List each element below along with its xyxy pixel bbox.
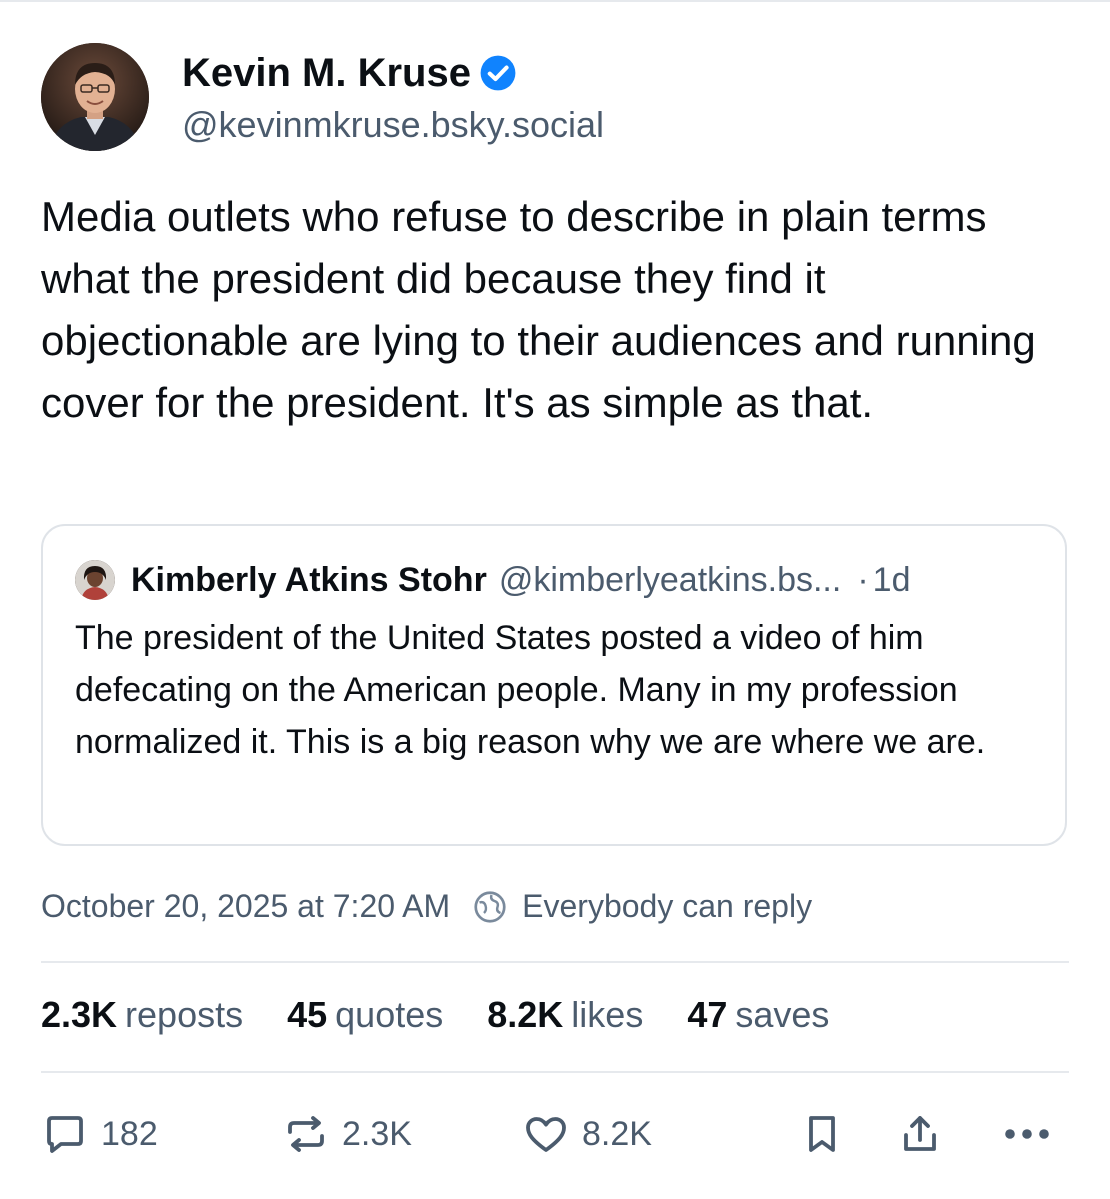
- author-display-name[interactable]: Kevin M. Kruse: [182, 51, 471, 96]
- saves-stat[interactable]: 47 saves: [687, 994, 829, 1036]
- top-divider: [0, 0, 1110, 2]
- quoted-author-avatar[interactable]: [75, 560, 115, 600]
- quoted-author-name[interactable]: Kimberly Atkins Stohr: [131, 561, 487, 600]
- stats-row: 2.3K reposts 45 quotes 8.2K likes 47 saves: [41, 994, 873, 1036]
- post-text: Media outlets who refuse to describe in …: [41, 193, 1036, 426]
- post-timestamp: October 20, 2025 at 7:20 AM: [41, 888, 451, 924]
- repost-count: 2.3K: [342, 1114, 412, 1153]
- quoted-post-time: 1d: [872, 560, 911, 599]
- globe-icon: [472, 889, 508, 925]
- saves-count: 47: [687, 994, 728, 1035]
- quoted-post-text: The president of the United States poste…: [75, 619, 986, 761]
- reposts-count: 2.3K: [41, 994, 118, 1035]
- like-count: 8.2K: [582, 1114, 652, 1153]
- reply-count: 182: [101, 1114, 158, 1153]
- verified-badge-icon: [479, 54, 517, 92]
- likes-label: likes: [571, 994, 644, 1035]
- likes-stat[interactable]: 8.2K likes: [487, 994, 643, 1036]
- like-button[interactable]: 8.2K: [522, 1110, 652, 1158]
- reply-setting-label[interactable]: Everybody can reply: [522, 888, 812, 925]
- quoted-post-header: Kimberly Atkins Stohr @kimberlyeatkins.b…: [75, 560, 910, 600]
- share-icon: [896, 1110, 944, 1158]
- quotes-stat[interactable]: 45 quotes: [287, 994, 443, 1036]
- likes-count: 8.2K: [487, 994, 564, 1035]
- quoted-author-handle[interactable]: @kimberlyeatkins.bs...: [499, 561, 842, 600]
- bookmark-icon: [798, 1110, 846, 1158]
- post-meta-row: October 20, 2025 at 7:20 AM Everybody ca…: [41, 888, 812, 925]
- reply-button[interactable]: 182: [41, 1110, 158, 1158]
- quotes-label: quotes: [335, 994, 444, 1035]
- author-avatar[interactable]: [41, 43, 149, 151]
- quoted-separator: ·: [857, 560, 869, 599]
- reposts-stat[interactable]: 2.3K reposts: [41, 994, 243, 1036]
- quotes-count: 45: [287, 994, 328, 1035]
- repost-button[interactable]: 2.3K: [282, 1110, 412, 1158]
- stats-divider-bottom: [41, 1071, 1069, 1073]
- speech-bubble-icon: [41, 1110, 89, 1158]
- stats-divider-top: [41, 961, 1069, 963]
- more-options-button[interactable]: [1000, 1110, 1054, 1158]
- save-button[interactable]: [798, 1110, 846, 1158]
- saves-label: saves: [735, 994, 830, 1035]
- repost-arrows-icon: [282, 1110, 330, 1158]
- quoted-post-card[interactable]: Kimberly Atkins Stohr @kimberlyeatkins.b…: [41, 524, 1067, 846]
- more-dots-icon: [1000, 1110, 1054, 1158]
- share-button[interactable]: [896, 1110, 944, 1158]
- heart-icon: [522, 1110, 570, 1158]
- author-name-row: Kevin M. Kruse: [182, 50, 517, 96]
- reposts-label: reposts: [125, 994, 244, 1035]
- author-handle[interactable]: @kevinmkruse.bsky.social: [182, 104, 604, 146]
